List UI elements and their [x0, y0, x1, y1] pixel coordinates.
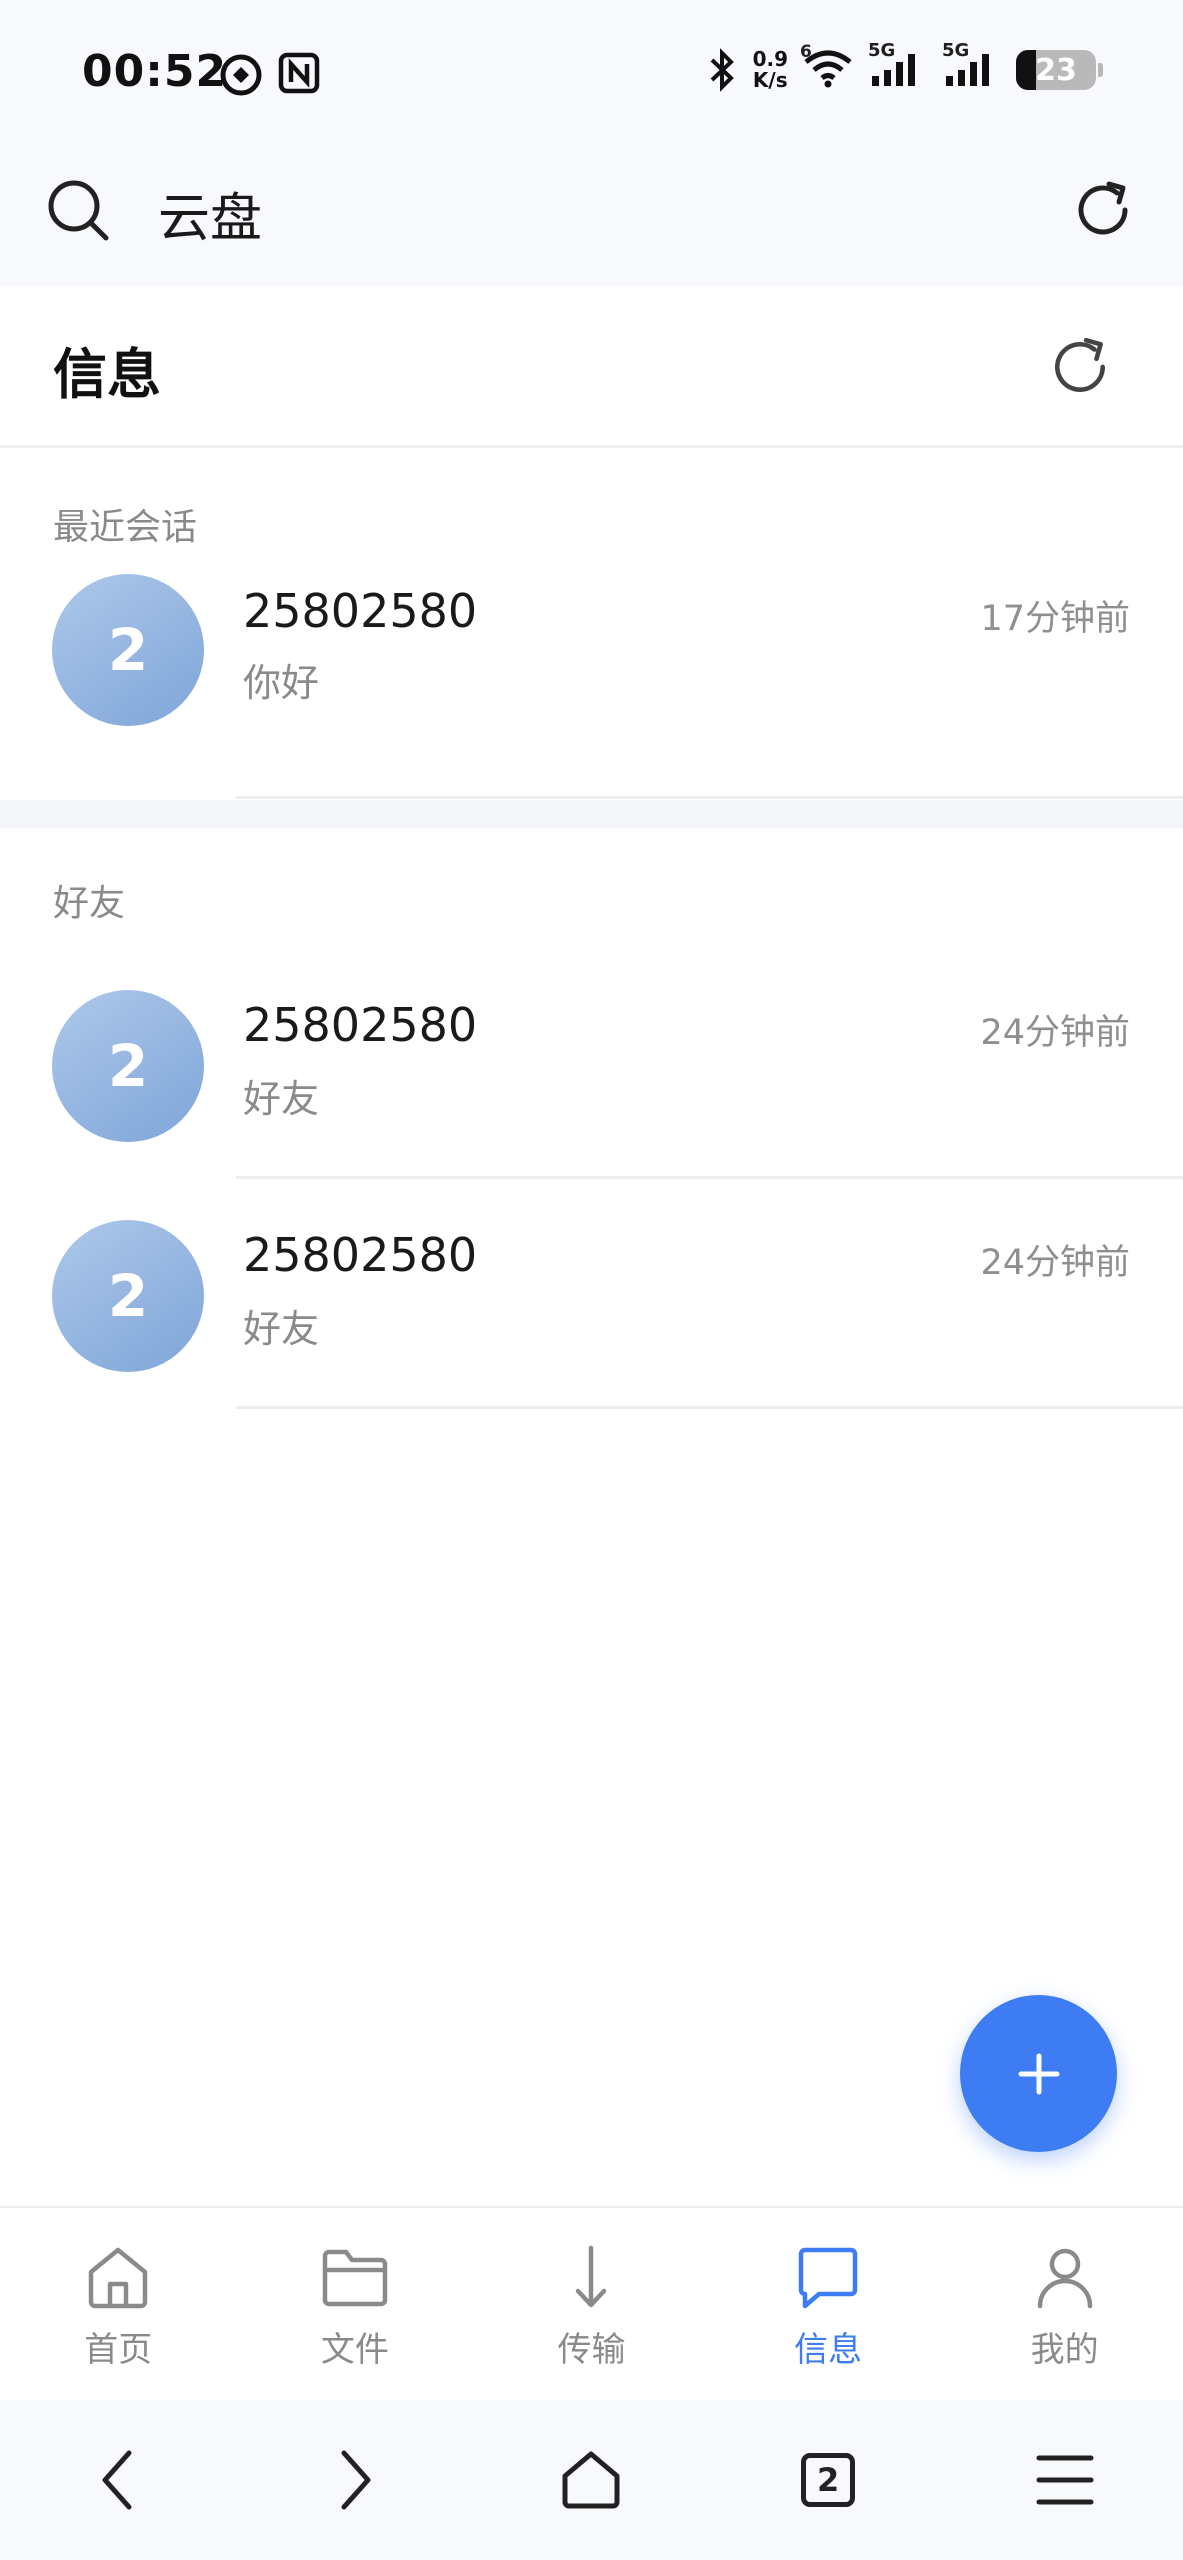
battery-tip	[1098, 63, 1103, 77]
conversation-last-message: 你好	[243, 661, 320, 705]
nav-home[interactable]: 首页	[0, 2208, 237, 2400]
tab-count-icon: 2	[801, 2453, 856, 2507]
friend-status: 好友	[243, 1077, 320, 1121]
menu-button[interactable]	[1005, 2420, 1125, 2540]
status-right: 0.9 K/s 6 5G 5G 23	[705, 40, 1103, 92]
recent-section-label: 最近会话	[53, 507, 198, 548]
friend-time: 24分钟前	[980, 1243, 1130, 1283]
avatar: 2	[52, 574, 204, 726]
home-icon	[89, 2247, 148, 2309]
nav-label: 首页	[84, 2330, 153, 2370]
sim1-label: 5G	[868, 40, 896, 61]
plus-icon	[1018, 2053, 1059, 2094]
network-speed-unit: K/s	[752, 68, 788, 92]
app-header: 云盘	[0, 150, 1183, 286]
chevron-left-icon	[102, 2450, 132, 2510]
nav-label: 传输	[557, 2330, 626, 2370]
network-speed: 0.9 K/s	[753, 49, 788, 91]
refresh-messages-icon[interactable]	[1047, 334, 1113, 400]
conversation-row[interactable]: 2 25802580 你好 17分钟前	[0, 574, 1183, 804]
transfer-arrow-icon	[576, 2245, 607, 2308]
friend-name: 25802580	[243, 998, 478, 1052]
battery-level: 23	[1035, 52, 1077, 88]
page-title: 信息	[53, 343, 161, 406]
bottom-nav: 首页 文件 传输 信息 我的	[0, 2206, 1183, 2400]
status-bar: 00:52 0.9 K/s 6 5G 5G 23	[0, 0, 1183, 150]
nav-transfer[interactable]: 传输	[473, 2208, 710, 2400]
add-button[interactable]	[960, 1995, 1117, 2152]
forward-button[interactable]	[295, 2420, 415, 2540]
nav-label: 文件	[320, 2330, 389, 2370]
back-button[interactable]	[58, 2420, 178, 2540]
row-divider	[236, 1176, 1183, 1179]
nav-messages[interactable]: 信息	[710, 2208, 947, 2400]
profile-icon	[1037, 2248, 1092, 2309]
network-speed-value: 0.9	[752, 47, 788, 71]
avatar: 2	[52, 990, 204, 1142]
friend-status: 好友	[243, 1307, 320, 1351]
row-divider	[236, 1406, 1183, 1409]
friends-section-label: 好友	[53, 883, 126, 924]
nav-label: 我的	[1030, 2330, 1099, 2370]
conversation-name: 25802580	[243, 584, 478, 638]
sim2-label: 5G	[942, 40, 970, 61]
sim1-signal: 5G	[868, 40, 928, 92]
search-icon[interactable]	[46, 178, 112, 244]
wifi-label: 6	[800, 42, 812, 62]
system-nav-bar: 2	[0, 2400, 1183, 2560]
hamburger-menu-icon	[1036, 2455, 1094, 2505]
friend-row[interactable]: 2 25802580 好友 24分钟前	[0, 990, 1183, 1220]
chevron-right-icon	[341, 2450, 371, 2510]
tabs-button[interactable]: 2	[768, 2420, 888, 2540]
tab-count: 2	[816, 2461, 840, 2499]
folder-icon	[322, 2249, 388, 2307]
conversation-time: 17分钟前	[980, 599, 1130, 639]
nav-profile[interactable]: 我的	[946, 2208, 1183, 2400]
nav-label: 信息	[794, 2330, 863, 2370]
sim2-signal: 5G	[942, 40, 1002, 92]
friend-row[interactable]: 2 25802580 好友 24分钟前	[0, 1220, 1183, 1450]
home-shape-icon	[562, 2451, 620, 2509]
home-button[interactable]	[531, 2420, 651, 2540]
status-left-icons	[218, 52, 320, 98]
wifi-indicator: 6	[800, 42, 854, 92]
nfc-icon	[278, 52, 320, 94]
battery-icon: 23	[1016, 50, 1096, 90]
status-time: 00:52	[82, 46, 228, 97]
recent-conversations-section: 最近会话 2 25802580 你好 17分钟前	[0, 448, 1183, 800]
message-icon	[798, 2247, 858, 2309]
avatar: 2	[52, 1220, 204, 1372]
friend-time: 24分钟前	[980, 1013, 1130, 1053]
page-header: 信息	[0, 286, 1183, 448]
friends-section: 好友 2 25802580 好友 24分钟前 2 25802580 好友 24分…	[0, 828, 1183, 1409]
bluetooth-icon	[710, 48, 734, 92]
app-title: 云盘	[158, 189, 263, 249]
nav-files[interactable]: 文件	[237, 2208, 474, 2400]
friend-name: 25802580	[243, 1228, 478, 1282]
vpn-status-icon	[220, 54, 262, 96]
section-divider	[0, 800, 1183, 828]
row-divider	[236, 796, 1183, 799]
refresh-icon[interactable]	[1071, 178, 1135, 242]
